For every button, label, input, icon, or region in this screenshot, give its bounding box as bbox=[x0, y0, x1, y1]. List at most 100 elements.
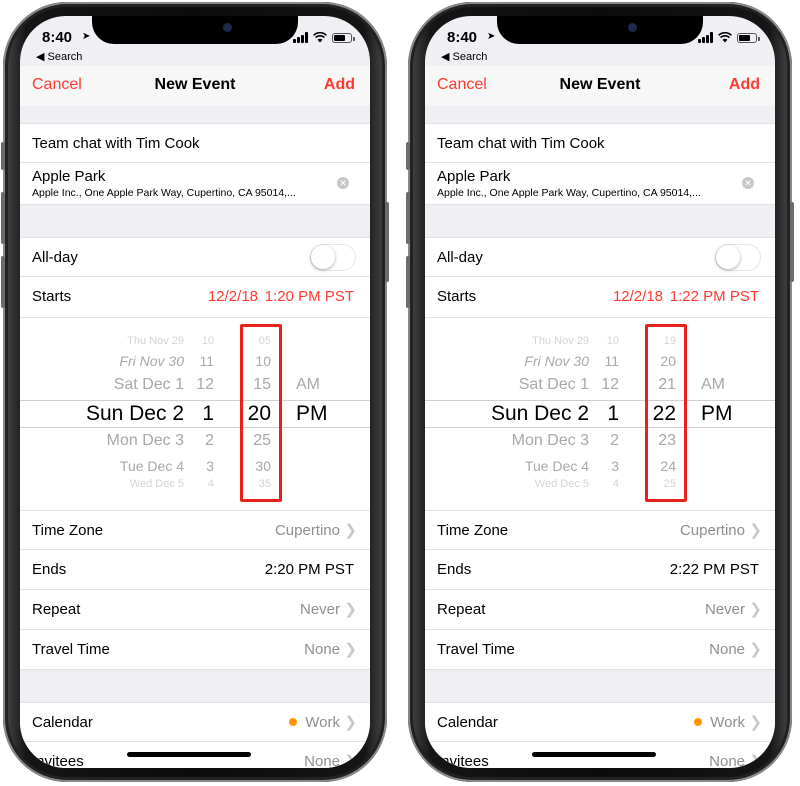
picker-hour-option[interactable]: 11 bbox=[604, 353, 619, 369]
toggle-knob bbox=[716, 245, 740, 269]
picker-hour-option[interactable]: 2 bbox=[205, 432, 214, 450]
side-button bbox=[790, 202, 794, 282]
calendar-row[interactable]: Calendar Work ❯ bbox=[425, 702, 775, 742]
battery-icon bbox=[332, 33, 355, 43]
picker-hour-selected[interactable]: 1 bbox=[202, 402, 214, 426]
chevron-right-icon: ❯ bbox=[749, 601, 762, 618]
picker-date-option[interactable]: Fri Nov 30 bbox=[119, 353, 184, 369]
event-title-field[interactable]: Team chat with Tim Cook bbox=[425, 123, 775, 163]
timezone-label: Time Zone bbox=[32, 522, 104, 539]
timezone-row[interactable]: Time Zone Cupertino ❯ bbox=[425, 510, 775, 550]
status-time: 8:40 bbox=[42, 29, 73, 46]
side-button bbox=[385, 202, 389, 282]
picker-date-option[interactable]: Tue Dec 4 bbox=[120, 458, 184, 474]
invitees-label: Invitees bbox=[32, 753, 84, 768]
home-indicator[interactable] bbox=[532, 752, 656, 757]
chevron-right-icon: ❯ bbox=[344, 714, 357, 731]
picker-date-option[interactable]: Sat Dec 1 bbox=[114, 376, 184, 394]
status-icons bbox=[698, 32, 760, 43]
picker-date-option[interactable]: Tue Dec 4 bbox=[525, 458, 589, 474]
picker-date-option[interactable]: Mon Dec 3 bbox=[512, 432, 589, 450]
date-time-picker[interactable]: Thu Nov 29 Fri Nov 30 Sat Dec 1 Sun Dec … bbox=[425, 318, 775, 510]
picker-hour-selected[interactable]: 1 bbox=[607, 402, 619, 426]
invitees-value: None bbox=[709, 753, 745, 768]
location-field[interactable]: Apple Park Apple Inc., One Apple Park Wa… bbox=[425, 163, 775, 205]
picker-date-option[interactable]: Fri Nov 30 bbox=[524, 353, 589, 369]
ends-row[interactable]: Ends 2:22 PM PST bbox=[425, 550, 775, 590]
chevron-right-icon: ❯ bbox=[344, 641, 357, 658]
picker-date-selected[interactable]: Sun Dec 2 bbox=[86, 402, 184, 426]
back-to-search-link[interactable]: ◀ Search bbox=[441, 50, 487, 63]
picker-date-selected[interactable]: Sun Dec 2 bbox=[491, 402, 589, 426]
location-name: Apple Park bbox=[437, 168, 511, 185]
location-field[interactable]: Apple Park Apple Inc., One Apple Park Wa… bbox=[20, 163, 370, 205]
picker-date-option[interactable]: Wed Dec 5 bbox=[535, 478, 589, 490]
picker-ampm-selected[interactable]: PM bbox=[296, 402, 328, 426]
picker-hour-option[interactable]: 12 bbox=[601, 376, 619, 394]
picker-hour-option[interactable]: 2 bbox=[610, 432, 619, 450]
allday-row: All-day bbox=[425, 237, 775, 277]
travel-time-row[interactable]: Travel Time None ❯ bbox=[425, 630, 775, 670]
picker-hour-option[interactable]: 3 bbox=[206, 458, 214, 474]
ends-row[interactable]: Ends 2:20 PM PST bbox=[20, 550, 370, 590]
picker-date-option[interactable]: Thu Nov 29 bbox=[127, 335, 184, 347]
picker-hour-option[interactable]: 10 bbox=[202, 335, 214, 347]
add-button[interactable]: Add bbox=[729, 76, 760, 94]
starts-label: Starts bbox=[32, 288, 72, 305]
chevron-right-icon: ❯ bbox=[749, 522, 762, 539]
calendar-row[interactable]: Calendar Work ❯ bbox=[20, 702, 370, 742]
picker-hour-option[interactable]: 12 bbox=[196, 376, 214, 394]
picker-date-option[interactable]: Wed Dec 5 bbox=[130, 478, 184, 490]
clear-location-button[interactable]: ✕ bbox=[742, 177, 754, 189]
picker-hour-option[interactable]: 4 bbox=[208, 478, 214, 490]
travel-time-row[interactable]: Travel Time None ❯ bbox=[20, 630, 370, 670]
timezone-row[interactable]: Time Zone Cupertino ❯ bbox=[20, 510, 370, 550]
repeat-value: Never bbox=[704, 601, 745, 618]
chevron-right-icon: ❯ bbox=[749, 714, 762, 731]
minute-column-highlight-box bbox=[645, 324, 687, 502]
timezone-value: Cupertino bbox=[274, 522, 340, 539]
invitees-value: None bbox=[304, 753, 340, 768]
timezone-value: Cupertino bbox=[679, 522, 745, 539]
clear-location-button[interactable]: ✕ bbox=[337, 177, 349, 189]
picker-hour-option[interactable]: 4 bbox=[613, 478, 619, 490]
picker-selection-line-top bbox=[425, 400, 775, 401]
picker-hour-option[interactable]: 10 bbox=[607, 335, 619, 347]
calendar-label: Calendar bbox=[32, 714, 93, 731]
allday-toggle[interactable] bbox=[310, 244, 356, 271]
picker-ampm-option[interactable]: AM bbox=[296, 376, 320, 394]
travel-time-label: Travel Time bbox=[437, 641, 515, 658]
volume-down-button bbox=[406, 256, 410, 308]
screen: 8:40 ➤ ◀ Search Cancel New Event Add Tea… bbox=[20, 16, 370, 768]
wifi-icon bbox=[313, 32, 327, 43]
picker-date-option[interactable]: Sat Dec 1 bbox=[519, 376, 589, 394]
home-indicator[interactable] bbox=[127, 752, 251, 757]
front-camera bbox=[223, 23, 232, 32]
picker-date-option[interactable]: Mon Dec 3 bbox=[107, 432, 184, 450]
picker-ampm-selected[interactable]: PM bbox=[701, 402, 733, 426]
add-button[interactable]: Add bbox=[324, 76, 355, 94]
phone-frame-left: 8:40 ➤ ◀ Search Cancel New Event Add Tea… bbox=[1, 2, 389, 782]
event-title-field[interactable]: Team chat with Tim Cook bbox=[20, 123, 370, 163]
allday-toggle[interactable] bbox=[715, 244, 761, 271]
volume-up-button bbox=[406, 192, 410, 244]
starts-label: Starts bbox=[437, 288, 477, 305]
phone-frame-right: 8:40 ➤ ◀ Search Cancel New Event Add Tea… bbox=[406, 2, 794, 782]
back-to-search-link[interactable]: ◀ Search bbox=[36, 50, 82, 63]
picker-ampm-option[interactable]: AM bbox=[701, 376, 725, 394]
picker-date-option[interactable]: Thu Nov 29 bbox=[532, 335, 589, 347]
calendar-label: Calendar bbox=[437, 714, 498, 731]
picker-hour-option[interactable]: 3 bbox=[611, 458, 619, 474]
starts-row[interactable]: Starts 12/2/18 1:20 PM PST bbox=[20, 277, 370, 318]
front-camera bbox=[628, 23, 637, 32]
repeat-row[interactable]: Repeat Never ❯ bbox=[425, 590, 775, 630]
volume-down-button bbox=[1, 256, 5, 308]
starts-row[interactable]: Starts 12/2/18 1:22 PM PST bbox=[425, 277, 775, 318]
repeat-row[interactable]: Repeat Never ❯ bbox=[20, 590, 370, 630]
picker-hour-option[interactable]: 11 bbox=[199, 353, 214, 369]
chevron-right-icon: ❯ bbox=[749, 641, 762, 658]
back-label: Search bbox=[47, 51, 83, 63]
date-time-picker[interactable]: Thu Nov 29 Fri Nov 30 Sat Dec 1 Sun Dec … bbox=[20, 318, 370, 510]
status-icons bbox=[293, 32, 355, 43]
event-title-text: Team chat with Tim Cook bbox=[437, 135, 605, 152]
